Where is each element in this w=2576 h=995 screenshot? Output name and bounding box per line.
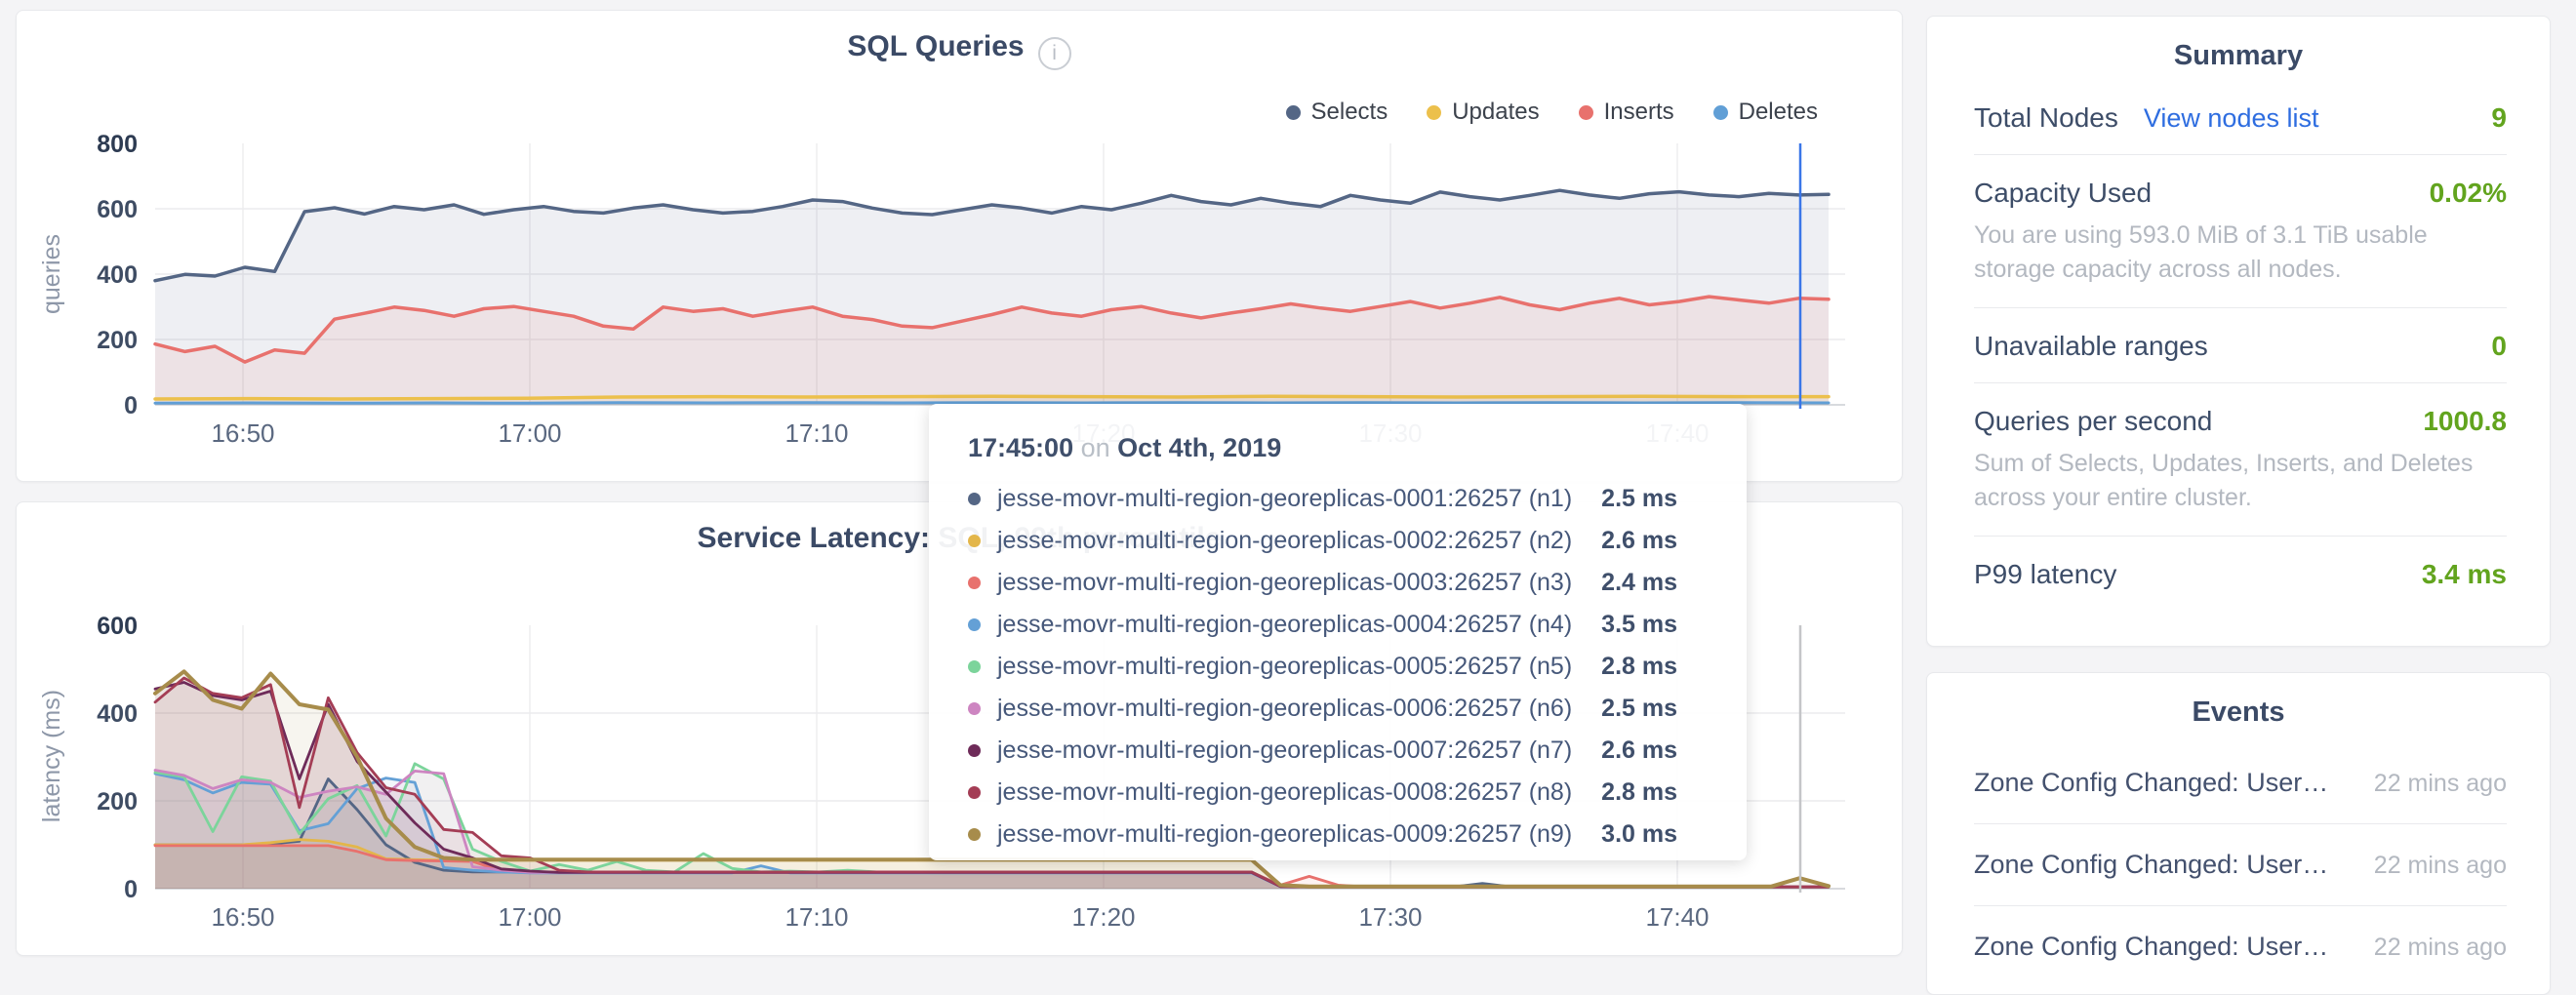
event-label: Zone Config Changed: User… (1974, 850, 2328, 880)
qps-caption: Sum of Selects, Updates, Inserts, and De… (1974, 447, 2507, 515)
y-tick-label: 0 (124, 876, 138, 903)
event-time: 22 mins ago (2374, 770, 2507, 798)
tooltip-series-row: jesse-movr-multi-region-georeplicas-0007… (968, 736, 1747, 765)
tooltip-node-name: jesse-movr-multi-region-georeplicas-0002… (997, 527, 1572, 555)
y-tick-label: 400 (97, 261, 138, 289)
event-time: 22 mins ago (2374, 934, 2507, 962)
y-tick-label: 0 (124, 392, 138, 419)
tooltip-node-name: jesse-movr-multi-region-georeplicas-0001… (997, 485, 1572, 513)
summary-row-unavailable-ranges: Unavailable ranges 0 (1974, 308, 2507, 383)
tooltip-node-name: jesse-movr-multi-region-georeplicas-0008… (997, 778, 1572, 807)
event-row[interactable]: Zone Config Changed: User… 22 mins ago (1974, 906, 2507, 987)
tooltip-series-row: jesse-movr-multi-region-georeplicas-0002… (968, 527, 1747, 555)
tooltip-node-value: 2.8 ms (1601, 778, 1677, 807)
series-dot-icon (968, 786, 981, 799)
summary-row-total-nodes: Total Nodes View nodes list 9 (1974, 80, 2507, 155)
tooltip-series-row: jesse-movr-multi-region-georeplicas-0004… (968, 611, 1747, 639)
unavailable-ranges-label: Unavailable ranges (1974, 331, 2208, 362)
qps-label: Queries per second (1974, 406, 2212, 437)
event-row[interactable]: Zone Config Changed: User… 22 mins ago (1974, 742, 2507, 824)
x-tick-label: 17:30 (1358, 902, 1422, 932)
y-tick-label: 600 (97, 613, 138, 640)
tooltip-node-name: jesse-movr-multi-region-georeplicas-0005… (997, 653, 1572, 681)
summary-row-p99: P99 latency 3.4 ms (1974, 537, 2507, 611)
p99-latency-value: 3.4 ms (2422, 559, 2507, 590)
summary-row-capacity: Capacity Used 0.02% You are using 593.0 … (1974, 155, 2507, 308)
tooltip-node-name: jesse-movr-multi-region-georeplicas-0004… (997, 611, 1572, 639)
total-nodes-value: 9 (2491, 102, 2507, 134)
tooltip-series-row: jesse-movr-multi-region-georeplicas-0006… (968, 695, 1747, 723)
tooltip-series-row: jesse-movr-multi-region-georeplicas-0001… (968, 485, 1747, 513)
series-dot-icon (968, 493, 981, 505)
tooltip-series-row: jesse-movr-multi-region-georeplicas-0009… (968, 820, 1747, 849)
series-dot-icon (968, 744, 981, 757)
x-tick-label: 16:50 (211, 418, 274, 448)
x-tick-label: 17:40 (1645, 902, 1709, 932)
tooltip-date: Oct 4th, 2019 (1117, 433, 1281, 462)
tooltip-series-row: jesse-movr-multi-region-georeplicas-0005… (968, 653, 1747, 681)
series-dot-icon (968, 660, 981, 673)
summary-body: Total Nodes View nodes list 9 Capacity U… (1927, 72, 2550, 611)
tooltip-node-name: jesse-movr-multi-region-georeplicas-0006… (997, 695, 1572, 723)
tooltip-series-row: jesse-movr-multi-region-georeplicas-0003… (968, 569, 1747, 597)
event-row[interactable]: Zone Config Changed: User… 22 mins ago (1974, 824, 2507, 906)
tooltip-node-value: 2.4 ms (1601, 569, 1677, 597)
series-dot-icon (968, 535, 981, 547)
total-nodes-label: Total Nodes (1974, 102, 2118, 134)
hover-tooltip: 17:45:00 on Oct 4th, 2019 jesse-movr-mul… (929, 404, 1747, 860)
x-tick-label: 17:00 (498, 418, 561, 448)
qps-value: 1000.8 (2423, 406, 2507, 437)
tooltip-node-value: 3.5 ms (1601, 611, 1677, 639)
tooltip-series-row: jesse-movr-multi-region-georeplicas-0008… (968, 778, 1747, 807)
view-nodes-list-link[interactable]: View nodes list (2144, 103, 2319, 134)
events-body: Zone Config Changed: User… 22 mins ago Z… (1927, 729, 2550, 987)
event-label: Zone Config Changed: User… (1974, 932, 2328, 962)
capacity-used-caption: You are using 593.0 MiB of 3.1 TiB usabl… (1974, 219, 2507, 287)
tooltip-node-name: jesse-movr-multi-region-georeplicas-0009… (997, 820, 1572, 849)
events-title: Events (1927, 673, 2550, 729)
unavailable-ranges-value: 0 (2491, 331, 2507, 362)
event-time: 22 mins ago (2374, 852, 2507, 880)
summary-panel: Summary Total Nodes View nodes list 9 Ca… (1926, 16, 2551, 647)
tooltip-node-value: 2.5 ms (1601, 695, 1677, 723)
x-tick-label: 17:20 (1071, 902, 1135, 932)
event-label: Zone Config Changed: User… (1974, 768, 2328, 798)
x-tick-label: 17:00 (498, 902, 561, 932)
tooltip-rows: jesse-movr-multi-region-georeplicas-0001… (968, 485, 1747, 849)
tooltip-node-value: 2.6 ms (1601, 527, 1677, 555)
tooltip-header: 17:45:00 on Oct 4th, 2019 (968, 433, 1747, 463)
x-tick-label: 17:10 (785, 418, 848, 448)
summary-title: Summary (1927, 17, 2550, 72)
x-tick-label: 16:50 (211, 902, 274, 932)
y-axis-label: queries (38, 234, 65, 314)
tooltip-node-value: 2.8 ms (1601, 653, 1677, 681)
tooltip-node-name: jesse-movr-multi-region-georeplicas-0003… (997, 569, 1572, 597)
summary-row-qps: Queries per second 1000.8 Sum of Selects… (1974, 383, 2507, 537)
tooltip-node-name: jesse-movr-multi-region-georeplicas-0007… (997, 736, 1572, 765)
y-axis-label: latency (ms) (38, 690, 65, 822)
series-dot-icon (968, 577, 981, 589)
series-dot-icon (968, 702, 981, 715)
capacity-used-value: 0.02% (2430, 178, 2507, 209)
y-tick-label: 200 (97, 327, 138, 354)
tooltip-node-value: 3.0 ms (1601, 820, 1677, 849)
tooltip-node-value: 2.6 ms (1601, 736, 1677, 765)
y-tick-label: 800 (97, 131, 138, 158)
tooltip-on-word: on (1081, 433, 1110, 462)
y-tick-label: 600 (97, 196, 138, 223)
series-dot-icon (968, 828, 981, 841)
x-tick-label: 17:10 (785, 902, 848, 932)
series-dot-icon (968, 618, 981, 631)
y-tick-label: 200 (97, 788, 138, 816)
tooltip-time: 17:45:00 (968, 433, 1073, 462)
events-panel: Events Zone Config Changed: User… 22 min… (1926, 672, 2551, 995)
capacity-used-label: Capacity Used (1974, 178, 2152, 209)
tooltip-node-value: 2.5 ms (1601, 485, 1677, 513)
y-tick-label: 400 (97, 700, 138, 728)
p99-latency-label: P99 latency (1974, 559, 2116, 590)
